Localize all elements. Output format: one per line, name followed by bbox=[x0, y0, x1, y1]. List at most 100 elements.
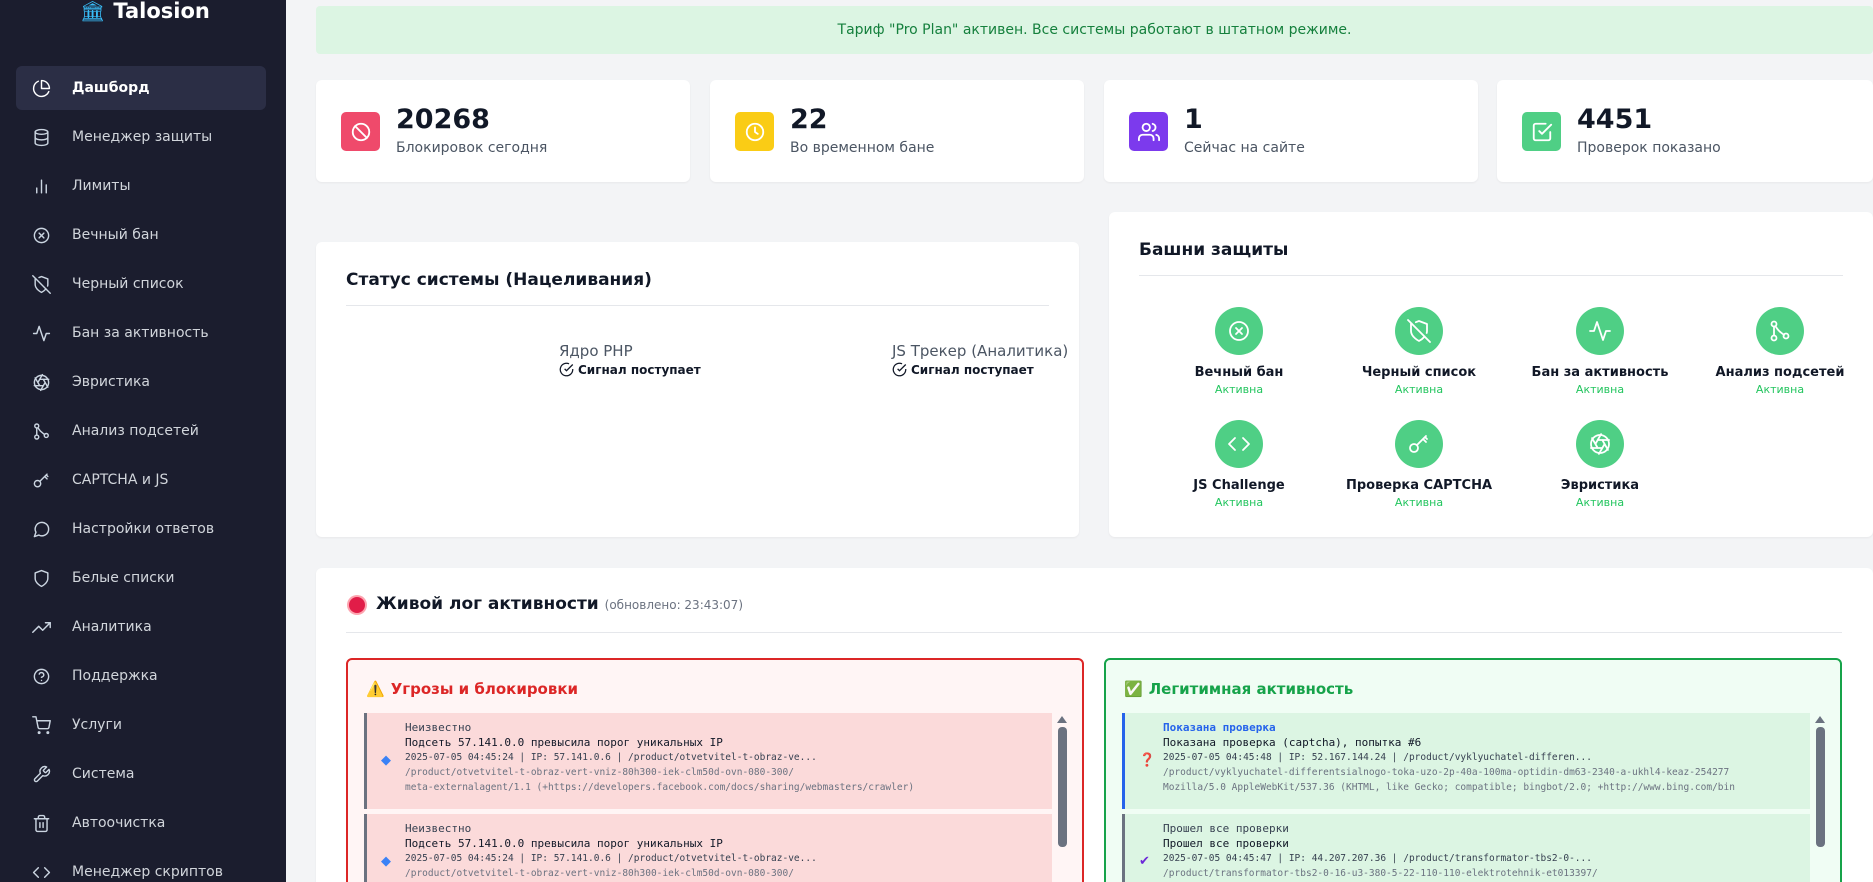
aperture-icon bbox=[30, 371, 52, 393]
sidebar-item-label: Анализ подсетей bbox=[72, 423, 199, 439]
git-branch-icon bbox=[1756, 307, 1804, 355]
stat-label: Сейчас на сайте bbox=[1184, 140, 1305, 156]
log-entry-type: Прошел все проверки bbox=[1163, 822, 1289, 835]
sidebar-item-script-manager[interactable]: Менеджер скриптов bbox=[16, 850, 266, 882]
sidebar-item-analytics[interactable]: Аналитика bbox=[16, 605, 266, 649]
sidebar-item-services[interactable]: Услуги bbox=[16, 703, 266, 747]
signal-status-text: Сигнал поступает bbox=[578, 362, 701, 377]
diamond-icon: ◆ bbox=[381, 854, 391, 869]
tower-name: JS Challenge bbox=[1193, 478, 1285, 493]
card-title: Башни защиты bbox=[1139, 240, 1289, 260]
log-entry[interactable]: ◆ Неизвестно Подсеть 57.141.0.0 превысил… bbox=[364, 713, 1052, 809]
sidebar-item-support[interactable]: Поддержка bbox=[16, 654, 266, 698]
ban-icon bbox=[341, 112, 380, 151]
sidebar-item-permanent-ban[interactable]: Вечный бан bbox=[16, 213, 266, 257]
key-icon bbox=[30, 469, 52, 491]
sidebar-item-label: Вечный бан bbox=[72, 227, 159, 243]
live-log-title-text: Живой лог активности bbox=[376, 594, 599, 614]
tool-icon bbox=[30, 763, 52, 785]
sidebar-item-activity-ban[interactable]: Бан за активность bbox=[16, 311, 266, 355]
log-entry-user-agent: Mozilla/5.0 AppleWebKit/537.36 (KHTML, l… bbox=[1163, 782, 1735, 793]
git-branch-icon bbox=[30, 420, 52, 442]
sidebar-item-blacklist[interactable]: Черный список bbox=[16, 262, 266, 306]
tower-status: Активна bbox=[1575, 496, 1625, 509]
scroll-thumb[interactable] bbox=[1057, 727, 1067, 847]
stat-value: 4451 bbox=[1577, 104, 1653, 135]
scroll-thumb[interactable] bbox=[1815, 727, 1825, 847]
key-icon bbox=[1395, 420, 1443, 468]
log-entry-message: Подсеть 57.141.0.0 превысила порог уника… bbox=[405, 837, 723, 850]
legit-scrollbar[interactable] bbox=[1814, 716, 1826, 847]
shield-off-icon bbox=[30, 273, 52, 295]
shield-icon bbox=[30, 567, 52, 589]
trash-icon bbox=[30, 812, 52, 834]
sidebar-item-label: Белые списки bbox=[72, 570, 175, 586]
sidebar-item-captcha-js[interactable]: CAPTCHA и JS bbox=[16, 458, 266, 502]
tower-activity-ban[interactable]: Бан за активность Активна bbox=[1515, 307, 1685, 396]
sidebar-item-subnet-analysis[interactable]: Анализ подсетей bbox=[16, 409, 266, 453]
log-entry-message: Подсеть 57.141.0.0 превысила порог уника… bbox=[405, 736, 723, 749]
signal-php-core: Ядро PHP Сигнал поступает bbox=[559, 342, 701, 377]
sidebar-item-system[interactable]: Система bbox=[16, 752, 266, 796]
sidebar-item-autoclean[interactable]: Автоочистка bbox=[16, 801, 266, 845]
sidebar-item-label: Менеджер скриптов bbox=[72, 864, 223, 880]
tower-status: Активна bbox=[1394, 383, 1444, 396]
sidebar-item-label: CAPTCHA и JS bbox=[72, 472, 169, 488]
panel-title: ✅ Легитимная активность bbox=[1124, 680, 1353, 698]
log-entry[interactable]: ◆ Неизвестно Подсеть 57.141.0.0 превысил… bbox=[364, 814, 1052, 882]
log-entry[interactable]: ✔ Прошел все проверки Прошел все проверк… bbox=[1122, 814, 1810, 882]
message-circle-icon bbox=[30, 518, 52, 540]
sidebar-item-heuristics[interactable]: Эвристика bbox=[16, 360, 266, 404]
sidebar-item-response-settings[interactable]: Настройки ответов bbox=[16, 507, 266, 551]
panel-title-text: Легитимная активность bbox=[1148, 680, 1354, 698]
log-entry-meta: 2025-07-05 04:45:47 | IP: 44.207.207.36 … bbox=[1163, 853, 1592, 864]
sidebar-item-limits[interactable]: Лимиты bbox=[16, 164, 266, 208]
sidebar-item-label: Автоочистка bbox=[72, 815, 166, 831]
code-icon bbox=[30, 861, 52, 882]
scroll-up-icon[interactable] bbox=[1815, 716, 1825, 723]
tower-captcha-check[interactable]: Проверка CAPTCHA Активна bbox=[1334, 420, 1504, 509]
sidebar-item-dashboard[interactable]: Дашборд bbox=[16, 66, 266, 110]
tower-blacklist[interactable]: Черный список Активна bbox=[1334, 307, 1504, 396]
question-icon: ❓ bbox=[1139, 753, 1156, 768]
log-entry-type: Неизвестно bbox=[405, 822, 472, 835]
tower-permanent-ban[interactable]: Вечный бан Активна bbox=[1154, 307, 1324, 396]
log-entry-body: Неизвестно Подсеть 57.141.0.0 превысила … bbox=[405, 721, 1044, 793]
panel-title-text: Угрозы и блокировки bbox=[390, 680, 579, 698]
log-entry[interactable]: ❓ Показана проверка Показана проверка (c… bbox=[1122, 713, 1810, 809]
activity-icon bbox=[1576, 307, 1624, 355]
trending-up-icon bbox=[30, 616, 52, 638]
tower-heuristics[interactable]: Эвристика Активна bbox=[1515, 420, 1685, 509]
sidebar-item-label: Менеджер защиты bbox=[72, 129, 213, 145]
check-square-icon bbox=[1522, 112, 1561, 151]
sidebar-item-whitelists[interactable]: Белые списки bbox=[16, 556, 266, 600]
threats-scrollbar[interactable] bbox=[1056, 716, 1068, 847]
signal-status: Сигнал поступает bbox=[892, 362, 1068, 377]
check-box-icon: ✅ bbox=[1124, 680, 1143, 698]
brand[interactable]: 🏛 Talosion bbox=[80, 0, 210, 24]
activity-icon bbox=[30, 322, 52, 344]
sidebar-item-label: Бан за активность bbox=[72, 325, 209, 341]
log-entry-user-agent: meta-externalagent/1.1 (+https://develop… bbox=[405, 782, 915, 793]
clock-icon bbox=[735, 112, 774, 151]
stat-card-online-now: 1 Сейчас на сайте bbox=[1104, 80, 1478, 182]
sidebar-item-protection-manager[interactable]: Менеджер защиты bbox=[16, 115, 266, 159]
database-icon bbox=[30, 126, 52, 148]
tower-name: Бан за активность bbox=[1531, 365, 1669, 380]
panel-title: ⚠️ Угрозы и блокировки bbox=[366, 680, 578, 698]
log-entry-type: Неизвестно bbox=[405, 721, 472, 734]
scroll-up-icon[interactable] bbox=[1057, 716, 1067, 723]
tower-name: Вечный бан bbox=[1194, 365, 1284, 380]
stat-label: Во временном бане bbox=[790, 140, 935, 156]
tower-name: Черный список bbox=[1361, 365, 1477, 380]
log-entry-url: /product/vyklyuchatel-differentsialnogo-… bbox=[1163, 767, 1730, 778]
stat-value: 22 bbox=[790, 104, 828, 135]
banner-text: Тариф "Pro Plan" активен. Все системы ра… bbox=[837, 22, 1352, 38]
tower-js-challenge[interactable]: JS Challenge Активна bbox=[1154, 420, 1324, 509]
log-entry-body: Прошел все проверки Прошел все проверки … bbox=[1163, 822, 1802, 879]
tower-subnet-analysis[interactable]: Анализ подсетей Активна bbox=[1695, 307, 1865, 396]
sidebar-item-label: Услуги bbox=[72, 717, 122, 733]
tower-status: Активна bbox=[1214, 383, 1264, 396]
sidebar-item-label: Аналитика bbox=[72, 619, 152, 635]
tower-status: Активна bbox=[1214, 496, 1264, 509]
